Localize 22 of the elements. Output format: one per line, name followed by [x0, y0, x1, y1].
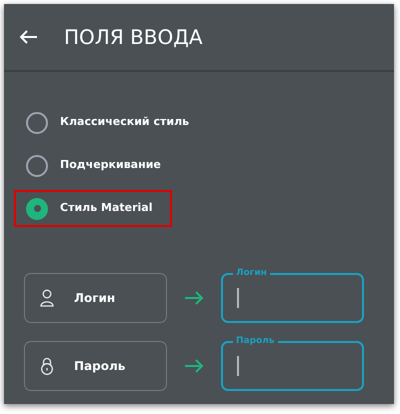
radio-option[interactable]: Стиль Material: [14, 190, 172, 227]
field-label: Логин: [74, 290, 116, 307]
option-label: Подчеркивание: [60, 157, 161, 174]
option-label: Стиль Material: [60, 200, 152, 216]
right-arrow-icon: [185, 359, 204, 373]
field-label: Пароль: [74, 358, 126, 375]
classic-field[interactable]: Логин: [24, 273, 167, 323]
page-title: ПОЛЯ ВВОДА: [64, 24, 203, 51]
right-arrow-icon: [185, 291, 204, 305]
radio-option[interactable]: Подчеркивание: [14, 147, 172, 184]
text-cursor: [237, 356, 239, 376]
lock-icon: [40, 357, 54, 375]
radio-option[interactable]: Классический стиль: [14, 104, 200, 141]
back-arrow-icon: [20, 30, 38, 44]
floating-label: Пароль: [233, 335, 278, 347]
radio-button[interactable]: [26, 112, 48, 134]
radio-button[interactable]: [26, 154, 48, 176]
radio-button[interactable]: [26, 198, 48, 220]
classic-field[interactable]: Пароль: [24, 341, 167, 391]
user-icon: [40, 289, 54, 307]
option-label: Классический стиль: [60, 114, 190, 130]
text-cursor: [237, 288, 239, 308]
